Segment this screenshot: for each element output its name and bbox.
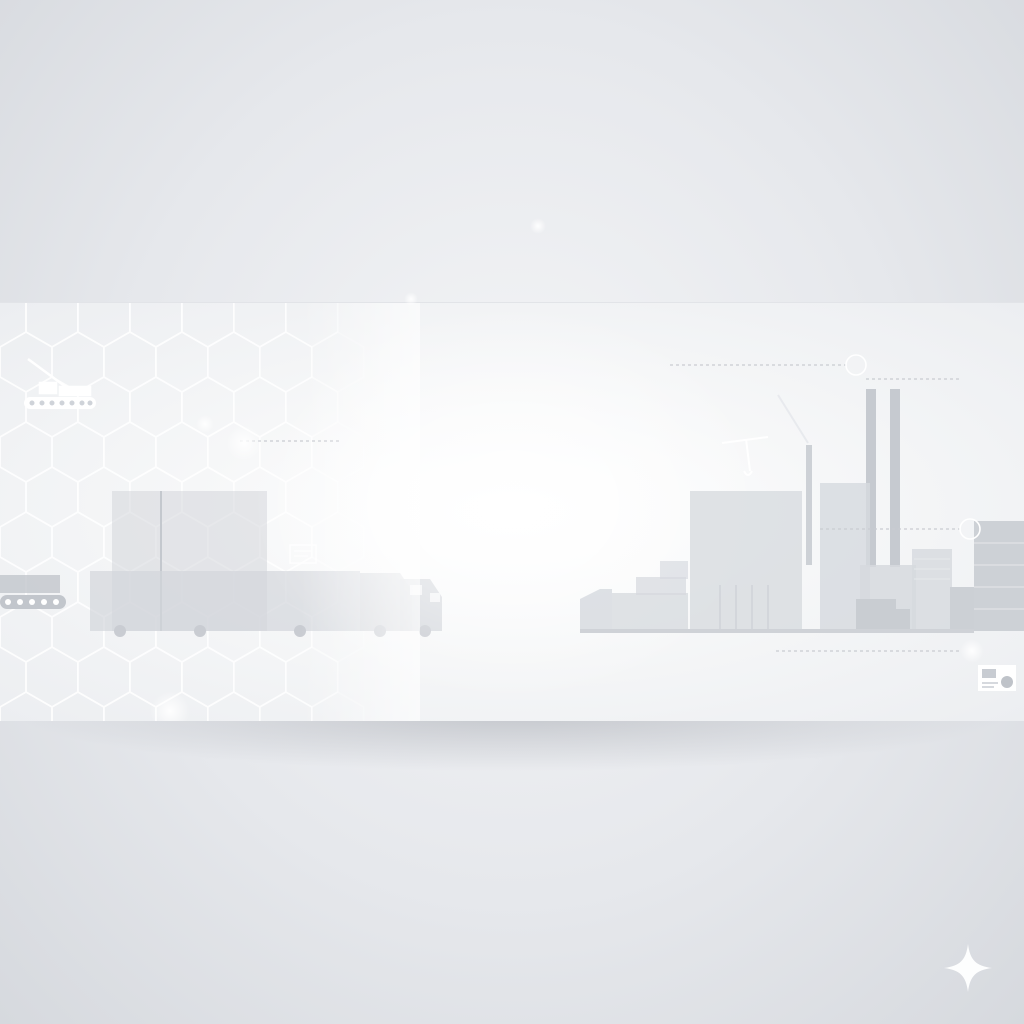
hexagon-cell xyxy=(0,511,53,573)
hexagon-cell xyxy=(103,331,157,393)
hexagon-cell xyxy=(207,331,261,393)
hexagon-cell xyxy=(77,646,131,708)
hexagon-cell xyxy=(233,303,287,348)
hexagon-cell xyxy=(0,646,27,708)
banner-shadow xyxy=(10,712,1014,772)
chart-icon xyxy=(978,665,1016,691)
hexagon-cell xyxy=(103,421,157,483)
hexagon-cell xyxy=(233,646,287,708)
hexagon-cell xyxy=(129,376,183,438)
hexagon-cell xyxy=(0,601,53,663)
hexagon-cell xyxy=(0,691,53,721)
hexagon-cell xyxy=(25,303,79,348)
hexagon-cell xyxy=(181,646,235,708)
hexagon-cell xyxy=(181,303,235,348)
hexagon-cell xyxy=(25,646,79,708)
hexagon-cell xyxy=(0,376,27,438)
factory-icon xyxy=(690,491,802,633)
hexagon-cell xyxy=(51,421,105,483)
hexagon-cell xyxy=(51,511,105,573)
light-flare xyxy=(960,639,984,663)
logistics-banner xyxy=(0,302,1024,721)
hexagon-cell xyxy=(77,303,131,348)
light-flare xyxy=(530,218,546,234)
hexagon-cell xyxy=(0,421,53,483)
hexagon-cell xyxy=(0,466,27,528)
hexagon-cell xyxy=(103,691,157,721)
hexagon-cell xyxy=(207,691,261,721)
light-flare xyxy=(226,425,262,461)
hexagon-cell xyxy=(25,466,79,528)
sparkle-icon xyxy=(944,944,992,992)
light-flare xyxy=(404,292,418,306)
hexagon-cell xyxy=(129,303,183,348)
light-flare xyxy=(196,415,214,433)
banner-artwork xyxy=(0,303,1024,721)
container-stack-icon xyxy=(974,521,1024,631)
hexagon-cell xyxy=(155,331,209,393)
crane-icon xyxy=(24,357,96,409)
hexagon-cell xyxy=(51,691,105,721)
